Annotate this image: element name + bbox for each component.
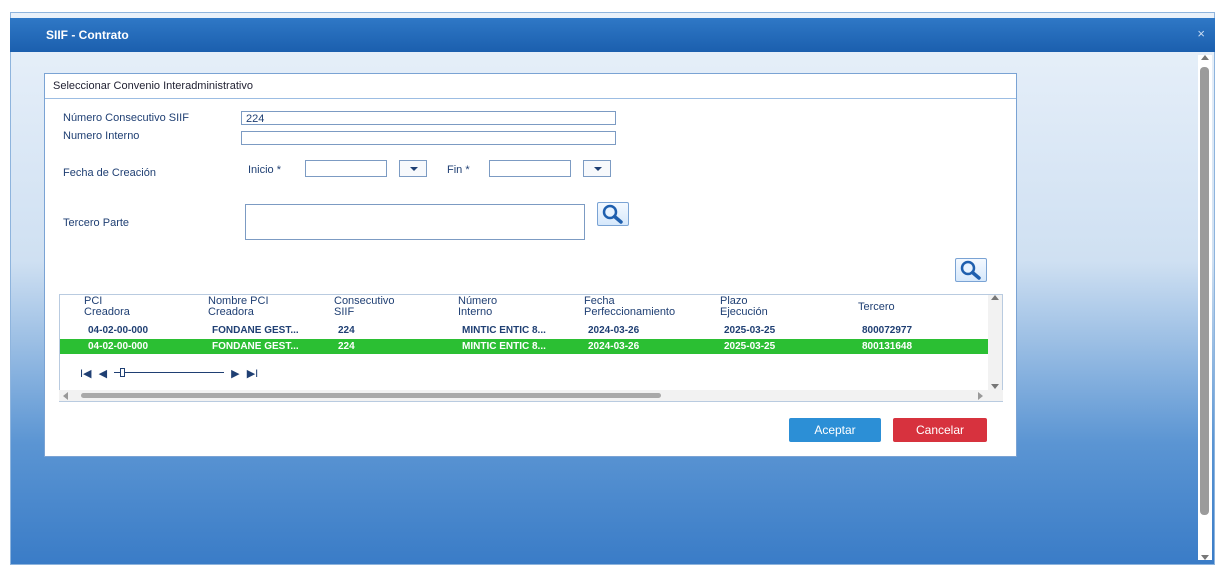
grid-search-button[interactable] bbox=[955, 258, 987, 282]
aceptar-button[interactable]: Aceptar bbox=[789, 418, 881, 442]
table-row[interactable]: 04-02-00-000 FONDANE GEST... 224 MINTIC … bbox=[60, 323, 988, 338]
cell-interno: MINTIC ENTIC 8... bbox=[462, 341, 546, 352]
header-nombre[interactable]: Nombre PCI Creadora bbox=[208, 296, 269, 318]
cell-plazo: 2025-03-25 bbox=[724, 325, 776, 336]
header-plazo[interactable]: Plazo Ejecución bbox=[720, 296, 768, 318]
convenios-table: PCI Creadora Nombre PCI Creadora Consecuti… bbox=[59, 294, 1003, 402]
cancelar-button[interactable]: Cancelar bbox=[893, 418, 987, 442]
dialog-scroll-thumb[interactable] bbox=[1200, 67, 1209, 515]
scroll-left-icon[interactable] bbox=[63, 392, 68, 400]
fin-label: Fin * bbox=[447, 164, 470, 176]
header-fecha[interactable]: Fecha Perfeccionamiento bbox=[584, 296, 675, 318]
dialog-vertical-scrollbar[interactable] bbox=[1198, 55, 1212, 560]
pagination: I◀ ◀ ▶ ▶I bbox=[80, 367, 258, 380]
horizontal-scroll-thumb[interactable] bbox=[81, 393, 661, 398]
cell-tercero: 800072977 bbox=[862, 325, 913, 336]
page-slider[interactable] bbox=[114, 368, 225, 377]
panel-title: Seleccionar Convenio Interadministrativo bbox=[53, 80, 253, 92]
scroll-up-icon[interactable] bbox=[991, 295, 999, 300]
inicio-dropdown-button[interactable] bbox=[399, 160, 427, 177]
fecha-creacion-label: Fecha de Creación bbox=[63, 167, 156, 179]
next-page-icon[interactable]: ▶ bbox=[231, 368, 239, 380]
tercero-label: Tercero Parte bbox=[63, 217, 130, 229]
tercero-search-button[interactable] bbox=[597, 202, 629, 226]
scroll-up-icon[interactable] bbox=[1201, 55, 1209, 60]
inicio-date-input[interactable] bbox=[305, 160, 387, 177]
prev-page-icon[interactable]: ◀ bbox=[99, 368, 107, 380]
cell-plazo: 2025-03-25 bbox=[724, 341, 776, 352]
dialog-title: SIIF - Contrato bbox=[46, 28, 129, 42]
header-consecutivo[interactable]: Consecutivo SIIF bbox=[334, 296, 395, 318]
table-row-selected[interactable]: 04-02-00-000 FONDANE GEST... 224 MINTIC … bbox=[60, 339, 988, 354]
fin-dropdown-button[interactable] bbox=[583, 160, 611, 177]
fin-date-input[interactable] bbox=[489, 160, 571, 177]
table-vertical-scrollbar[interactable] bbox=[988, 295, 1002, 401]
cell-pci: 04-02-00-000 bbox=[88, 325, 149, 336]
table-header: PCI Creadora Nombre PCI Creadora Consecuti… bbox=[60, 295, 1002, 324]
cell-consecutivo: 224 bbox=[338, 341, 355, 352]
first-page-icon[interactable]: I◀ bbox=[80, 368, 92, 380]
search-icon bbox=[960, 260, 981, 280]
header-tercero[interactable]: Tercero bbox=[858, 302, 895, 313]
cell-fecha: 2024-03-26 bbox=[588, 341, 640, 352]
scroll-down-icon[interactable] bbox=[991, 384, 999, 389]
cell-interno: MINTIC ENTIC 8... bbox=[462, 325, 546, 336]
tercero-textarea[interactable] bbox=[245, 204, 585, 240]
slider-handle[interactable] bbox=[120, 368, 126, 377]
inicio-label: Inicio * bbox=[248, 164, 282, 176]
cell-consecutivo: 224 bbox=[338, 325, 355, 336]
cell-pci: 04-02-00-000 bbox=[88, 341, 149, 352]
cell-fecha: 2024-03-26 bbox=[588, 325, 640, 336]
header-pci[interactable]: PCI Creadora bbox=[84, 296, 130, 318]
last-page-icon[interactable]: ▶I bbox=[247, 368, 259, 380]
select-convenio-panel: Seleccionar Convenio Interadministrativo… bbox=[44, 73, 1017, 457]
close-icon[interactable]: × bbox=[1197, 26, 1205, 41]
search-icon bbox=[602, 204, 623, 224]
interno-label: Numero Interno bbox=[63, 130, 140, 142]
left-edge bbox=[0, 0, 10, 565]
cell-nombre: FONDANE GEST... bbox=[212, 325, 299, 336]
cell-nombre: FONDANE GEST... bbox=[212, 341, 299, 352]
cell-tercero: 800131648 bbox=[862, 341, 913, 352]
consecutivo-input[interactable]: 224 bbox=[241, 111, 616, 125]
table-horizontal-scrollbar[interactable] bbox=[59, 390, 1003, 401]
header-numero-interno[interactable]: Número Interno bbox=[458, 296, 497, 318]
consecutivo-label: Número Consecutivo SIIF bbox=[63, 112, 189, 124]
interno-input[interactable] bbox=[241, 131, 616, 145]
panel-divider bbox=[45, 98, 1016, 99]
scroll-right-icon[interactable] bbox=[978, 392, 983, 400]
dialog-titlebar: SIIF - Contrato × bbox=[10, 18, 1215, 52]
scroll-down-icon[interactable] bbox=[1201, 555, 1209, 560]
